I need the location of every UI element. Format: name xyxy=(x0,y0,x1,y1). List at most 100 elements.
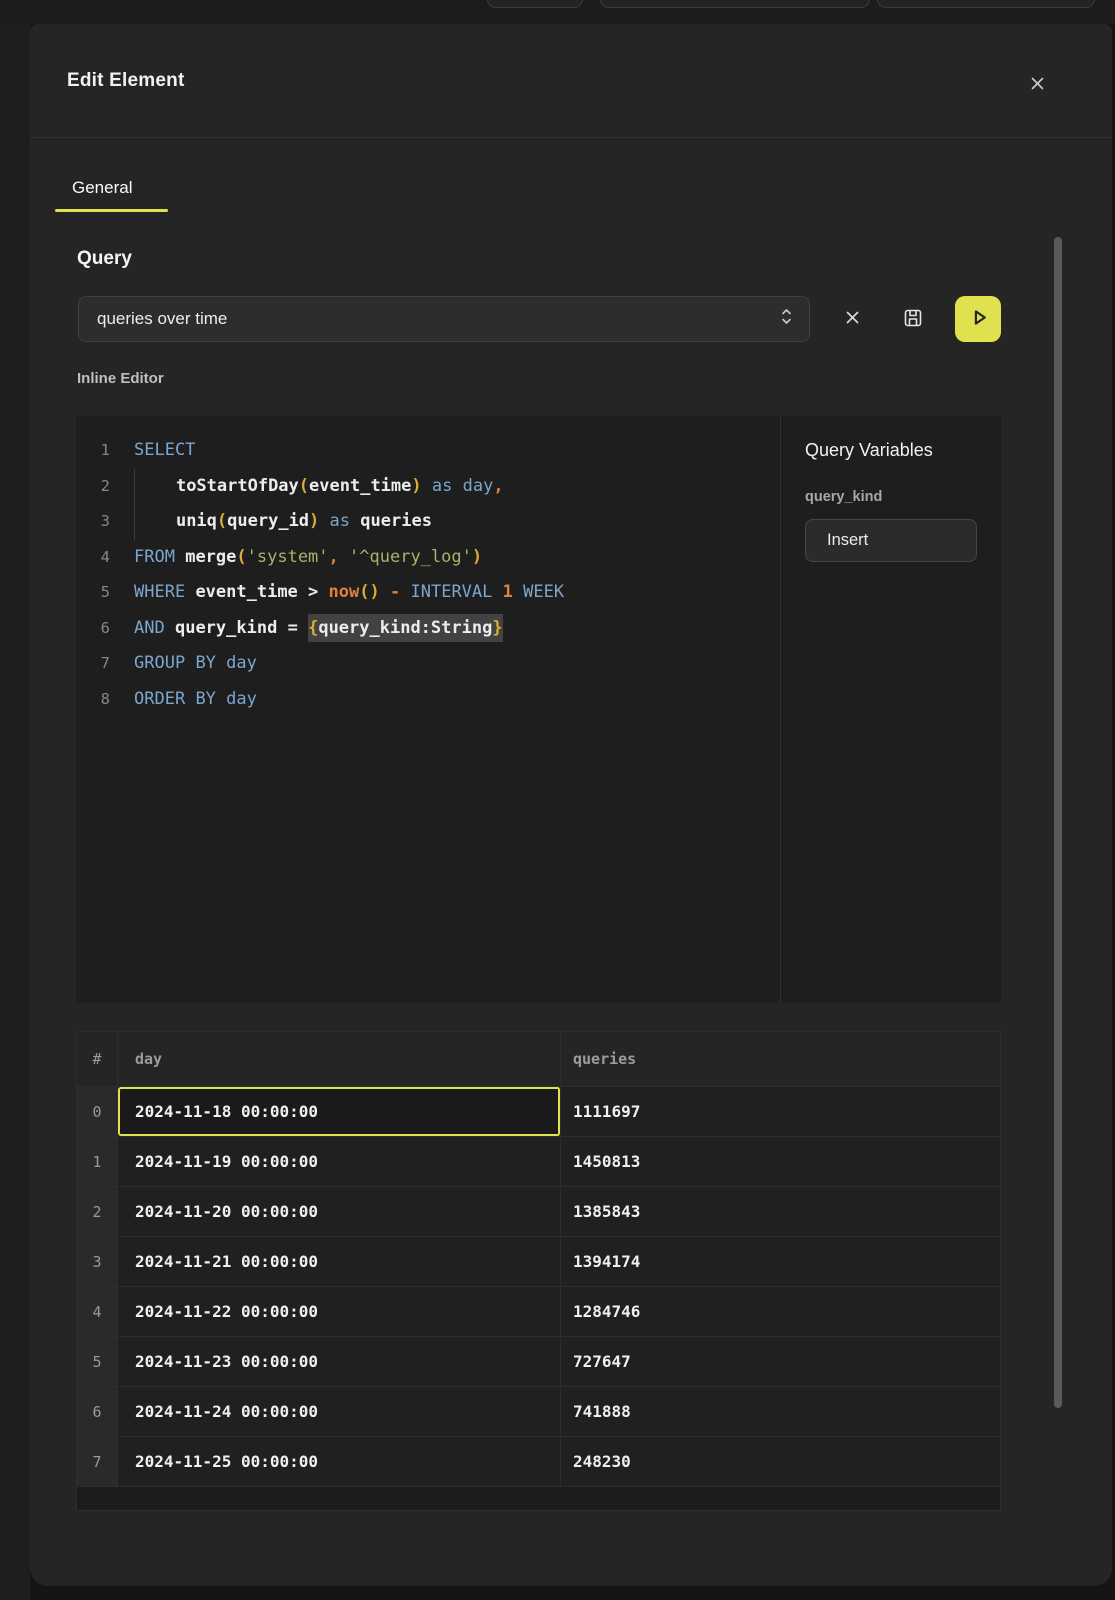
table-row: 22024-11-20 00:00:001385843 xyxy=(77,1187,1000,1237)
code-text: ORDER BY day xyxy=(134,682,257,718)
code-line[interactable]: 4 FROM merge('system', '^query_log') xyxy=(76,540,780,576)
code-token: query_kind xyxy=(175,618,277,638)
tab-general[interactable]: General xyxy=(55,172,149,212)
code-token: , xyxy=(329,547,339,567)
code-token: BY xyxy=(195,653,215,673)
code-token xyxy=(216,653,226,673)
queries-cell[interactable]: 248230 xyxy=(561,1437,1000,1486)
code-text: GROUP BY day xyxy=(134,646,257,682)
code-line[interactable]: 5WHERE event_time > now() - INTERVAL 1 W… xyxy=(76,575,780,611)
modal-title: Edit Element xyxy=(67,70,184,92)
code-token xyxy=(339,547,349,567)
line-number: 8 xyxy=(76,682,110,718)
code-token xyxy=(298,618,308,638)
code-token: BY xyxy=(195,689,215,709)
code-token xyxy=(298,582,308,602)
code-token: queries xyxy=(360,511,432,531)
code-token: ORDER xyxy=(134,689,185,709)
code-token xyxy=(185,689,195,709)
code-text: FROM merge('system', '^query_log') xyxy=(134,540,482,576)
day-cell-selected[interactable]: 2024-11-18 00:00:00 xyxy=(118,1087,561,1136)
table-header-row: #dayqueries xyxy=(77,1032,1000,1087)
play-icon xyxy=(966,305,991,333)
day-cell[interactable]: 2024-11-23 00:00:00 xyxy=(118,1337,561,1386)
day-cell[interactable]: 2024-11-22 00:00:00 xyxy=(118,1287,561,1336)
inline-editor-label: Inline Editor xyxy=(77,370,164,387)
table-row: 12024-11-19 00:00:001450813 xyxy=(77,1137,1000,1187)
code-text: WHERE event_time > now() - INTERVAL 1 WE… xyxy=(134,575,564,611)
background-topbar xyxy=(0,0,1115,24)
line-number: 4 xyxy=(76,540,110,576)
code-token: uniq xyxy=(176,511,217,531)
background-page-strip xyxy=(0,24,30,1600)
day-cell[interactable]: 2024-11-21 00:00:00 xyxy=(118,1237,561,1286)
query-variables-title: Query Variables xyxy=(805,440,977,461)
results-table: #dayqueries02024-11-18 00:00:00111169712… xyxy=(76,1031,1001,1511)
save-button[interactable] xyxy=(898,304,928,334)
day-cell[interactable]: 2024-11-24 00:00:00 xyxy=(118,1387,561,1436)
code-line[interactable]: 3 uniq(query_id) as queries xyxy=(76,504,780,540)
code-pane[interactable]: 1SELECT2 toStartOfDay(event_time) as day… xyxy=(76,416,780,1003)
code-line[interactable]: 7 GROUP BY day xyxy=(76,646,780,682)
table-row: 72024-11-25 00:00:00248230 xyxy=(77,1437,1000,1487)
code-token xyxy=(422,476,432,496)
code-line[interactable]: 1SELECT xyxy=(76,433,780,469)
code-line[interactable]: 6AND query_kind = {query_kind:String} xyxy=(76,611,780,647)
code-token: WEEK xyxy=(523,582,564,602)
code-token xyxy=(185,653,195,673)
queries-cell[interactable]: 1385843 xyxy=(561,1187,1000,1236)
code-token xyxy=(452,476,462,496)
line-number: 1 xyxy=(76,433,110,469)
code-token: day xyxy=(463,476,494,496)
row-index-cell: 4 xyxy=(77,1287,118,1336)
queries-cell[interactable]: 727647 xyxy=(561,1337,1000,1386)
insert-variable-button[interactable]: Insert xyxy=(805,519,977,562)
code-token xyxy=(380,582,390,602)
edit-element-modal: Edit Element General Query queries over … xyxy=(30,24,1112,1586)
code-token: 'system' xyxy=(247,547,329,567)
query-select[interactable]: queries over time xyxy=(78,296,810,342)
code-token: ( xyxy=(217,511,227,531)
code-line[interactable]: 8 ORDER BY day xyxy=(76,682,780,718)
screen: Edit Element General Query queries over … xyxy=(0,0,1115,1600)
code-token: event_time xyxy=(309,476,411,496)
queries-cell[interactable]: 1284746 xyxy=(561,1287,1000,1336)
day-cell[interactable]: 2024-11-19 00:00:00 xyxy=(118,1137,561,1186)
code-token: () xyxy=(359,582,379,602)
queries-cell[interactable]: 1111697 xyxy=(561,1087,1000,1136)
code-token xyxy=(319,511,329,531)
clear-query-button[interactable] xyxy=(837,304,867,334)
modal-scrollbar[interactable] xyxy=(1054,237,1062,1408)
row-index-cell: 1 xyxy=(77,1137,118,1186)
code-token xyxy=(492,582,502,602)
code-token xyxy=(185,582,195,602)
queries-cell[interactable]: 741888 xyxy=(561,1387,1000,1436)
column-header-day: day xyxy=(118,1032,561,1086)
day-cell[interactable]: 2024-11-20 00:00:00 xyxy=(118,1187,561,1236)
code-token: GROUP xyxy=(134,653,185,673)
background-button xyxy=(600,0,870,8)
queries-cell[interactable]: 1450813 xyxy=(561,1137,1000,1186)
code-token: ) xyxy=(472,547,482,567)
code-token: - xyxy=(390,582,400,602)
code-token: = xyxy=(288,618,298,638)
query-select-value: queries over time xyxy=(97,309,780,329)
code-line[interactable]: 2 toStartOfDay(event_time) as day, xyxy=(76,469,780,505)
table-footer-strip xyxy=(77,1487,1000,1510)
code-token: '^query_log' xyxy=(349,547,472,567)
background-button xyxy=(877,0,1095,8)
run-query-button[interactable] xyxy=(955,296,1001,342)
query-section-heading: Query xyxy=(77,248,132,270)
queries-cell[interactable]: 1394174 xyxy=(561,1237,1000,1286)
tab-active-indicator xyxy=(55,209,168,212)
column-header-queries: queries xyxy=(561,1032,1000,1086)
line-number: 7 xyxy=(76,646,110,682)
code-token: > xyxy=(308,582,318,602)
code-token: ) xyxy=(309,511,319,531)
row-index-cell: 0 xyxy=(77,1087,118,1136)
row-index-cell: 2 xyxy=(77,1187,118,1236)
code-token: 1 xyxy=(503,582,513,602)
close-icon[interactable] xyxy=(1022,68,1052,98)
day-cell[interactable]: 2024-11-25 00:00:00 xyxy=(118,1437,561,1486)
code-token xyxy=(318,582,328,602)
